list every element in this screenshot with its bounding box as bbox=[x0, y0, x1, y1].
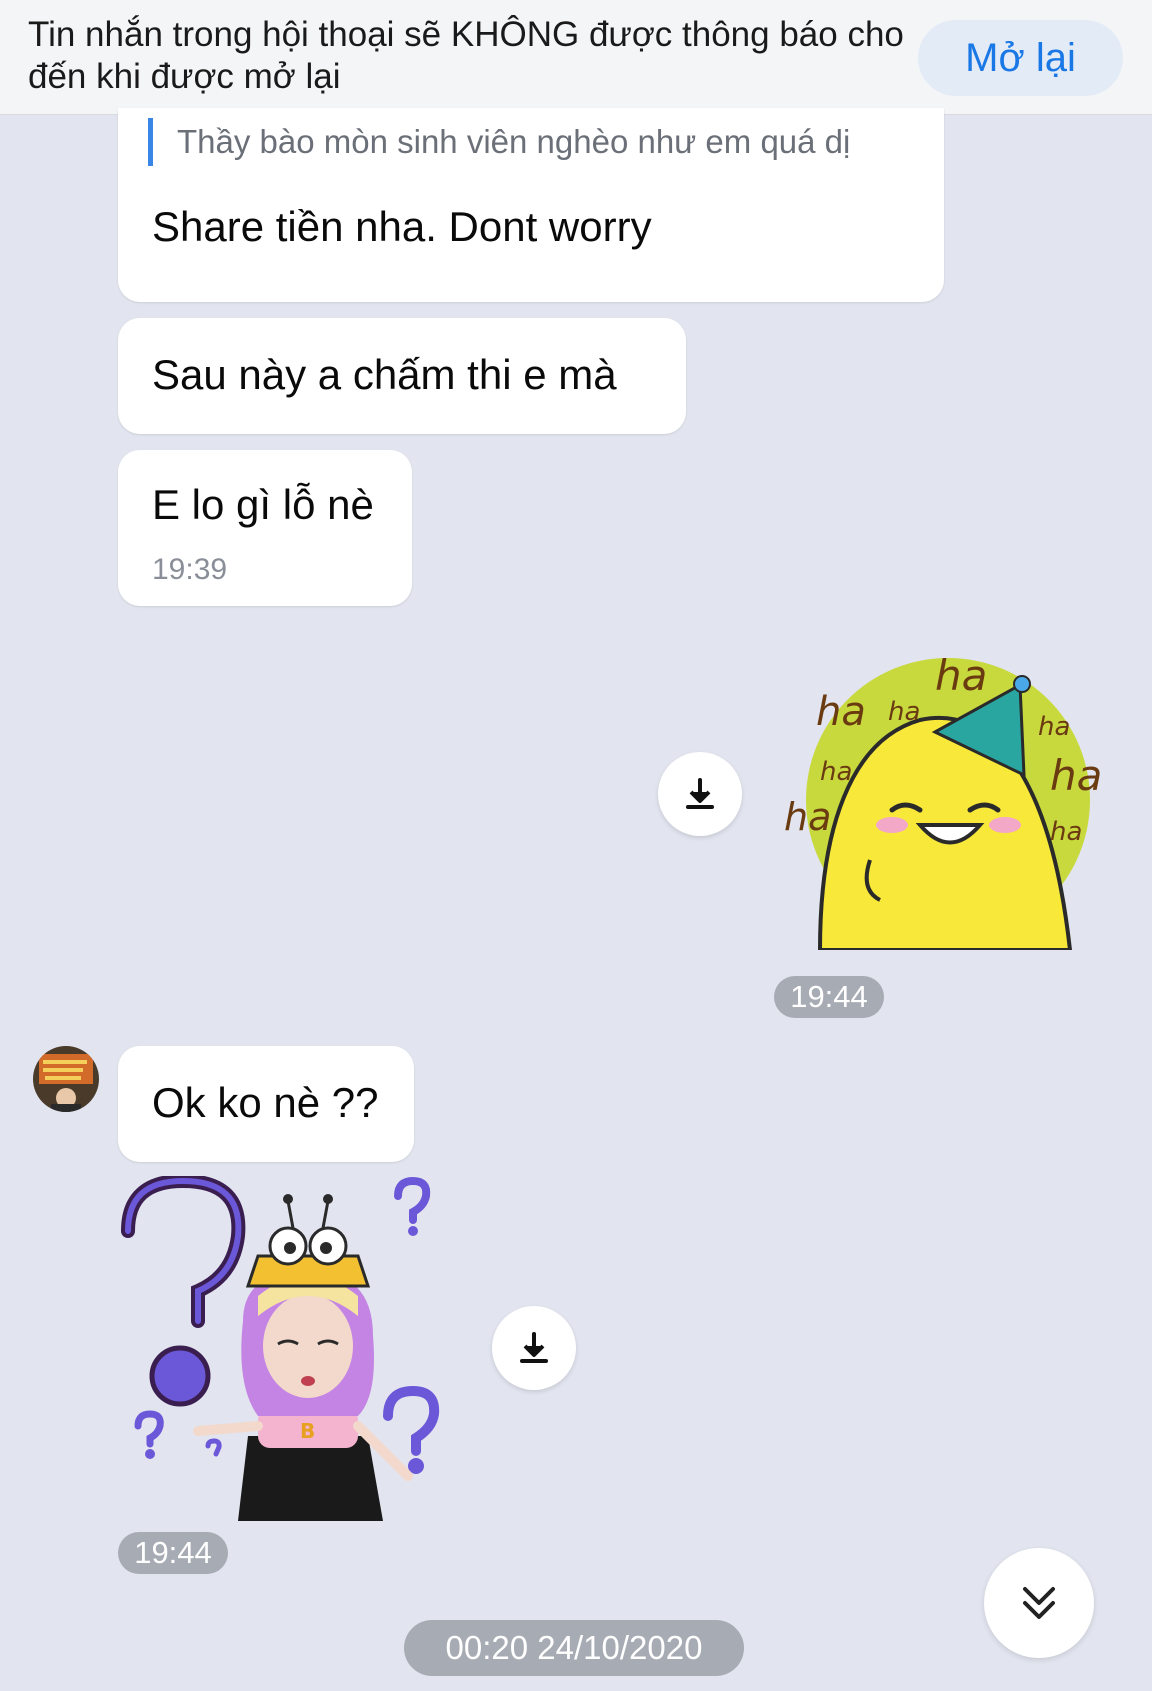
ha-text: ha bbox=[820, 757, 852, 787]
message-time: 19:39 bbox=[152, 553, 228, 586]
avatar[interactable] bbox=[33, 1046, 99, 1112]
date-separator: 00:20 24/10/2020 bbox=[404, 1620, 744, 1676]
muted-conversation-banner: Tin nhắn trong hội thoại sẽ KHÔNG được t… bbox=[0, 0, 1152, 115]
scroll-to-bottom-button[interactable] bbox=[984, 1548, 1094, 1658]
muted-notice-text: Tin nhắn trong hội thoại sẽ KHÔNG được t… bbox=[28, 15, 904, 96]
confused-girl-sticker[interactable]: B bbox=[118, 1173, 458, 1521]
message-bubble[interactable]: E lo gì lỗ nè 19:39 bbox=[118, 450, 412, 606]
double-chevron-down-icon bbox=[1023, 1587, 1055, 1619]
message-bubble[interactable]: Ok ko nè ?? bbox=[118, 1046, 414, 1162]
download-button[interactable] bbox=[658, 752, 742, 836]
message-text: Sau này a chấm thi e mà bbox=[152, 351, 617, 398]
laughing-duck-sticker[interactable]: ha ha ha ha ha ha ha ha bbox=[780, 650, 1110, 952]
reopen-button[interactable]: Mở lại bbox=[918, 20, 1123, 96]
download-icon bbox=[520, 1332, 548, 1363]
download-icon bbox=[686, 778, 714, 809]
message-time-pill: 19:44 bbox=[118, 1532, 228, 1574]
ha-text: ha bbox=[888, 697, 920, 727]
reply-message-bubble[interactable]: Thầy bào mòn sinh viên nghèo như em quá … bbox=[118, 108, 944, 302]
message-text: Share tiền nha. Dont worry bbox=[152, 203, 652, 250]
ha-text: ha bbox=[1050, 751, 1102, 800]
message-text: E lo gì lỗ nè bbox=[152, 481, 374, 528]
ha-text: ha bbox=[935, 651, 987, 700]
ha-text: ha bbox=[784, 795, 831, 839]
message-bubble[interactable]: Sau này a chấm thi e mà bbox=[118, 318, 686, 434]
ha-text: ha bbox=[1050, 817, 1082, 847]
shirt-letter: B bbox=[300, 1419, 315, 1443]
message-text: Ok ko nè ?? bbox=[152, 1079, 379, 1126]
message-time-pill: 19:44 bbox=[774, 976, 884, 1018]
quoted-message[interactable]: Thầy bào mòn sinh viên nghèo như em quá … bbox=[148, 118, 908, 166]
download-button[interactable] bbox=[492, 1306, 576, 1390]
ha-text: ha bbox=[816, 689, 866, 735]
ha-text: ha bbox=[1038, 712, 1070, 742]
